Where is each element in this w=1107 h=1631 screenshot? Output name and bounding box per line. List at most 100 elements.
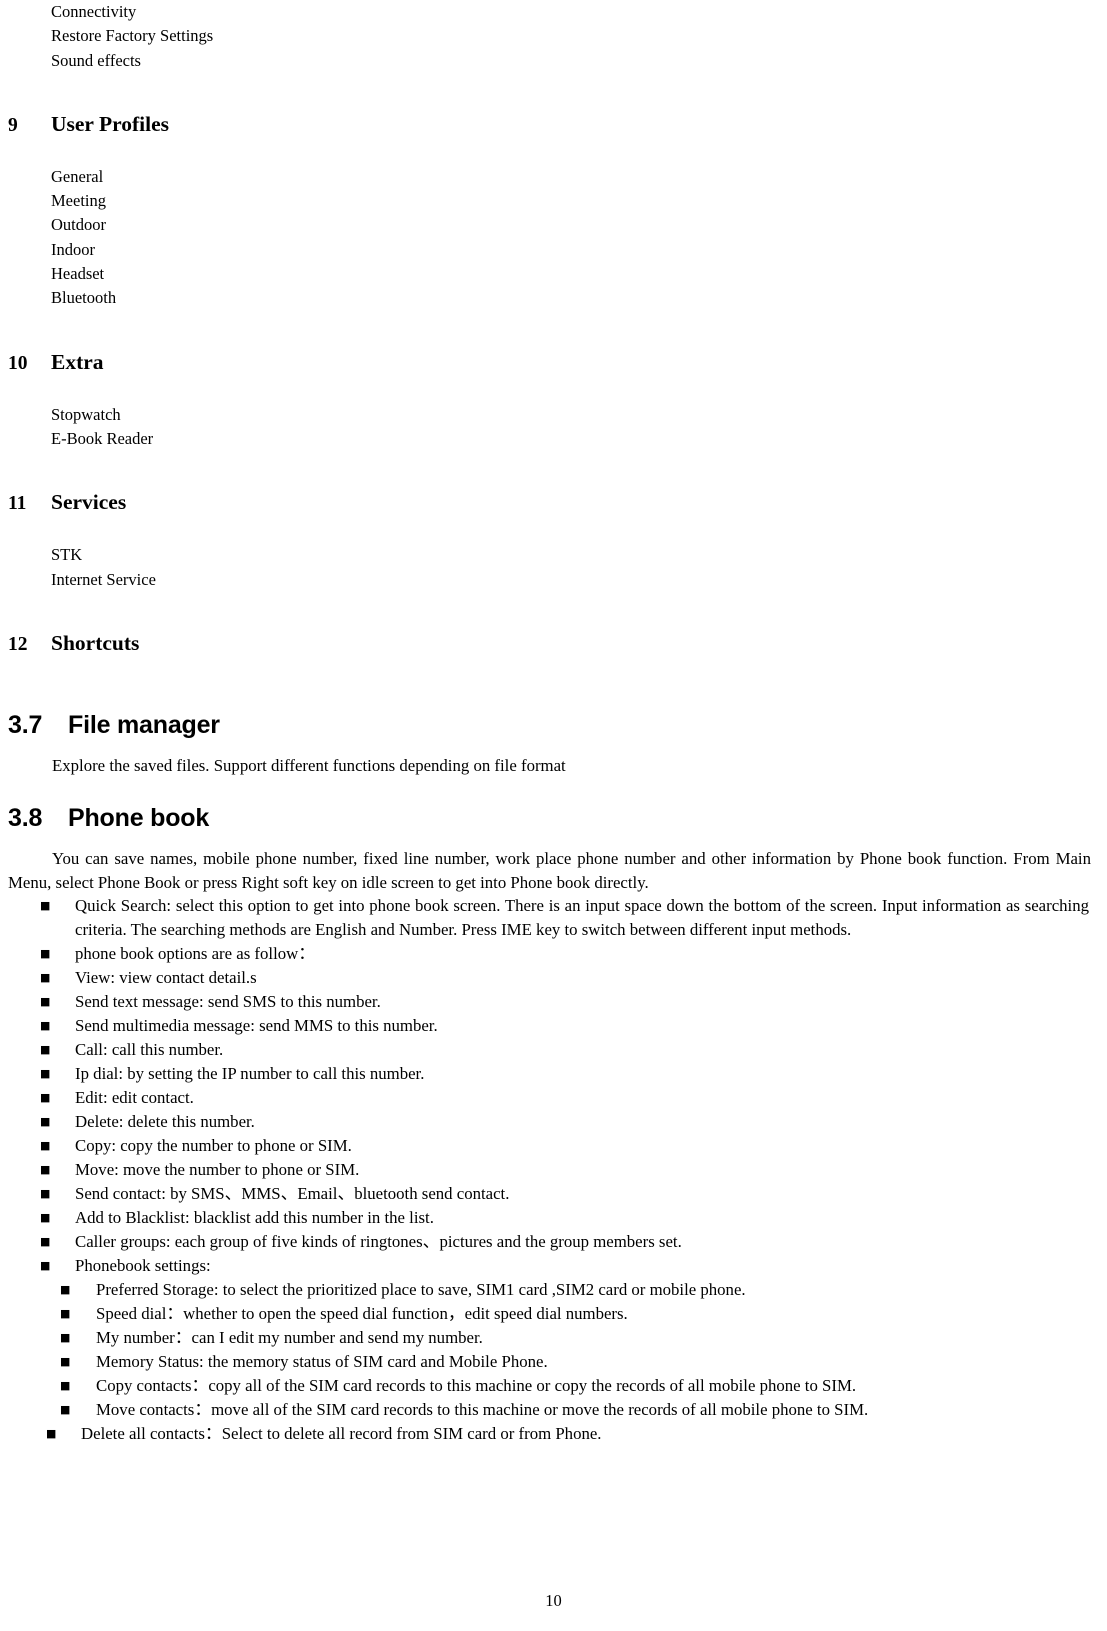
section-file-manager-body: Explore the saved files. Support differe…	[52, 755, 566, 775]
square-bullet-icon: ■	[40, 1067, 51, 1081]
list-item: ■ Edit: edit contact.	[8, 1086, 1099, 1110]
list-item-text: Phonebook settings:	[75, 1256, 211, 1276]
menu-item-general: General	[51, 166, 104, 186]
page-number: 10	[545, 1591, 562, 1610]
list-item-text: Speed dial：whether to open the speed dia…	[96, 1304, 628, 1324]
square-bullet-icon: ■	[60, 1331, 71, 1345]
list-item: ■ Phonebook settings:	[8, 1254, 1099, 1278]
list-item-text: View: view contact detail.s	[75, 968, 257, 988]
square-bullet-icon: ■	[60, 1379, 71, 1393]
list-item: ■ Ip dial: by setting the IP number to c…	[8, 1062, 1099, 1086]
chapter-heading-extra: 10 Extra	[8, 349, 1099, 377]
square-bullet-icon: ■	[40, 899, 51, 913]
square-bullet-icon: ■	[40, 1115, 51, 1129]
square-bullet-icon: ■	[40, 1235, 51, 1249]
section-title: File manager	[68, 710, 220, 739]
square-bullet-icon: ■	[40, 1019, 51, 1033]
list-item: ■ phone book options are as follow：	[8, 942, 1099, 966]
section-heading-file-manager: 3.7 File manager	[8, 710, 1099, 740]
menu-item-internet-service: Internet Service	[51, 569, 156, 589]
list-item-text: Edit: edit contact.	[75, 1088, 194, 1108]
square-bullet-icon: ■	[46, 1427, 57, 1441]
chapter-title: Services	[51, 490, 127, 515]
top-menu-list: Connectivity Restore Factory Settings So…	[8, 0, 1099, 73]
menu-item-headset: Headset	[51, 264, 105, 284]
chapter-number: 10	[8, 352, 28, 374]
square-bullet-icon: ■	[40, 1091, 51, 1105]
list-item-text: Send contact: by SMS、MMS、Email、bluetooth…	[75, 1184, 510, 1204]
section-phone-book-body: You can save names, mobile phone number,…	[8, 849, 1091, 892]
phonebook-bullet-list: ■ Quick Search: select this option to ge…	[8, 894, 1099, 1278]
list-item-text: phone book options are as follow：	[75, 944, 316, 964]
list-item: ■ Copy contacts：copy all of the SIM card…	[8, 1374, 1099, 1398]
chapter-title: Shortcuts	[51, 630, 140, 655]
list-item-delete-all-contacts: ■ Delete all contacts：Select to delete a…	[8, 1422, 1099, 1446]
list-item-text: Send multimedia message: send MMS to thi…	[75, 1016, 438, 1036]
list-item: ■ My number：can I edit my number and sen…	[8, 1326, 1099, 1350]
list-item-text: Delete all contacts：Select to delete all…	[81, 1424, 602, 1444]
square-bullet-icon: ■	[40, 1259, 51, 1273]
square-bullet-icon: ■	[40, 1187, 51, 1201]
list-item: ■ Move: move the number to phone or SIM.	[8, 1158, 1099, 1182]
list-item-text: Memory Status: the memory status of SIM …	[96, 1352, 548, 1372]
square-bullet-icon: ■	[40, 947, 51, 961]
list-item-text: Copy contacts：copy all of the SIM card r…	[96, 1376, 857, 1396]
list-item: ■ Quick Search: select this option to ge…	[8, 894, 1099, 942]
list-item: ■ Copy: copy the number to phone or SIM.	[8, 1134, 1099, 1158]
square-bullet-icon: ■	[60, 1403, 71, 1417]
list-item: ■ Call: call this number.	[8, 1038, 1099, 1062]
menu-item-restore-factory-settings: Restore Factory Settings	[51, 26, 214, 46]
menu-item-stopwatch: Stopwatch	[51, 404, 121, 424]
list-item-text: Ip dial: by setting the IP number to cal…	[75, 1064, 425, 1084]
square-bullet-icon: ■	[60, 1307, 71, 1321]
menu-item-stk: STK	[51, 545, 83, 565]
square-bullet-icon: ■	[40, 1211, 51, 1225]
square-bullet-icon: ■	[40, 971, 51, 985]
chapter-heading-services: 11 Services	[8, 489, 1099, 517]
list-item-text: Copy: copy the number to phone or SIM.	[75, 1136, 352, 1156]
list-item: ■ Add to Blacklist: blacklist add this n…	[8, 1206, 1099, 1230]
section-title: Phone book	[68, 804, 210, 833]
square-bullet-icon: ■	[40, 1139, 51, 1153]
list-item-text: Delete: delete this number.	[75, 1112, 255, 1132]
list-item: ■ Preferred Storage: to select the prior…	[8, 1278, 1099, 1302]
list-item-text: My number：can I edit my number and send …	[96, 1328, 483, 1348]
chapter-number: 12	[8, 633, 28, 655]
chapter-number: 9	[8, 114, 18, 136]
menu-item-bluetooth: Bluetooth	[51, 288, 117, 308]
list-item-text: Call: call this number.	[75, 1040, 224, 1060]
list-item: ■ Send text message: send SMS to this nu…	[8, 990, 1099, 1014]
square-bullet-icon: ■	[40, 995, 51, 1009]
list-item-text: Add to Blacklist: blacklist add this num…	[75, 1208, 434, 1228]
section-heading-phone-book: 3.8 Phone book	[8, 803, 1099, 833]
list-item-text: Move: move the number to phone or SIM.	[75, 1160, 360, 1180]
list-item-text: Quick Search: select this option to get …	[75, 896, 1089, 940]
list-item: ■ View: view contact detail.s	[8, 966, 1099, 990]
list-item: ■ Send multimedia message: send MMS to t…	[8, 1014, 1099, 1038]
menu-item-connectivity: Connectivity	[51, 2, 137, 21]
chapter-9-items: General Meeting Outdoor Indoor Headset B…	[8, 165, 1099, 311]
chapter-heading-user-profiles: 9 User Profiles	[8, 111, 1099, 139]
chapter-11-items: STK Internet Service	[8, 543, 1099, 592]
list-item-text: Send text message: send SMS to this numb…	[75, 992, 381, 1012]
square-bullet-icon: ■	[40, 1163, 51, 1177]
menu-item-outdoor: Outdoor	[51, 215, 106, 235]
menu-item-indoor: Indoor	[51, 239, 95, 259]
list-item: ■ Memory Status: the memory status of SI…	[8, 1350, 1099, 1374]
list-item-text: Caller groups: each group of five kinds …	[75, 1232, 682, 1252]
chapter-title: User Profiles	[51, 111, 170, 136]
list-item: ■ Delete: delete this number.	[8, 1110, 1099, 1134]
menu-item-sound-effects: Sound effects	[51, 50, 141, 70]
